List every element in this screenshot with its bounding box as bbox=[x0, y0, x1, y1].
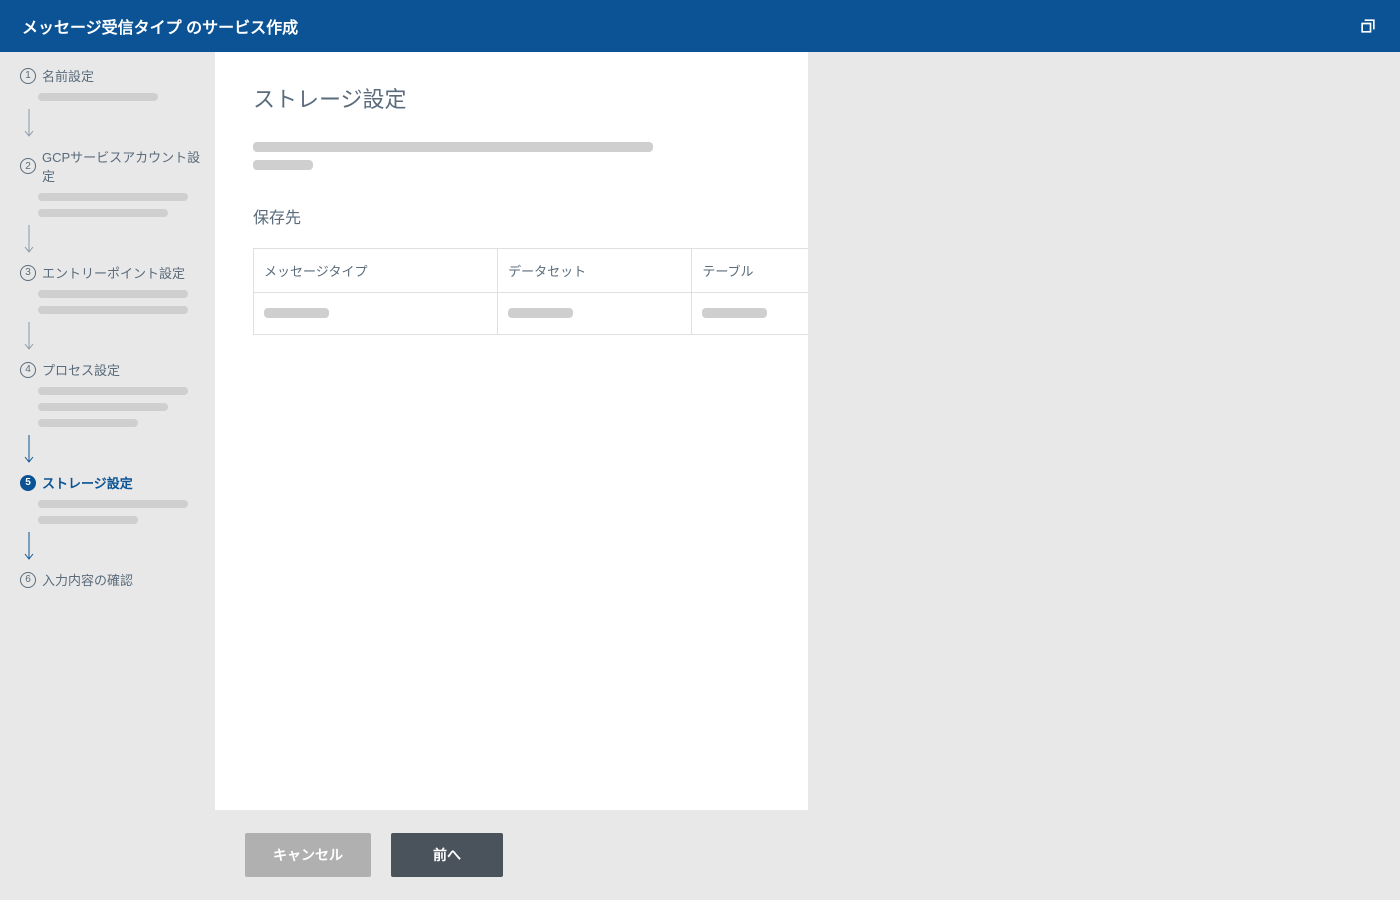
step-label: エントリーポイント設定 bbox=[42, 263, 185, 282]
page-header: メッセージ受信タイプ のサービス作成 bbox=[0, 0, 1400, 52]
step-label: プロセス設定 bbox=[42, 360, 120, 379]
step-name-settings[interactable]: 1 名前設定 bbox=[20, 66, 203, 85]
step-connector bbox=[28, 536, 29, 562]
cancel-button[interactable]: キャンセル bbox=[245, 833, 371, 877]
placeholder-text bbox=[38, 193, 188, 201]
step-connector bbox=[28, 326, 29, 352]
placeholder-text bbox=[264, 308, 329, 318]
prev-button[interactable]: 前へ bbox=[391, 833, 503, 877]
placeholder-text bbox=[508, 308, 573, 318]
wizard-sidebar: 1 名前設定 2 GCPサービスアカウント設定 bbox=[0, 52, 215, 900]
placeholder-text bbox=[38, 306, 188, 314]
placeholder-text bbox=[38, 419, 138, 427]
step-connector bbox=[28, 439, 29, 465]
step-storage[interactable]: 5 ストレージ設定 bbox=[20, 473, 203, 492]
step-process[interactable]: 4 プロセス設定 bbox=[20, 360, 203, 379]
placeholder-text bbox=[38, 500, 188, 508]
window-restore-icon[interactable] bbox=[1358, 16, 1378, 36]
step-entry-point[interactable]: 3 エントリーポイント設定 bbox=[20, 263, 203, 282]
step-label: 名前設定 bbox=[42, 66, 94, 85]
destination-label: 保存先 bbox=[253, 204, 301, 228]
step-gcp-service-account[interactable]: 2 GCPサービスアカウント設定 bbox=[20, 147, 203, 185]
step-confirm[interactable]: 6 入力内容の確認 bbox=[20, 570, 203, 589]
step-connector bbox=[28, 229, 29, 255]
placeholder-text bbox=[38, 387, 188, 395]
placeholder-text bbox=[38, 209, 168, 217]
step-label: 入力内容の確認 bbox=[42, 570, 133, 589]
placeholder-text bbox=[38, 403, 168, 411]
col-message-type: メッセージタイプ bbox=[254, 249, 498, 293]
placeholder-text bbox=[38, 290, 188, 298]
step-label: ストレージ設定 bbox=[42, 473, 133, 492]
page-title: メッセージ受信タイプ のサービス作成 bbox=[22, 14, 298, 38]
step-label: GCPサービスアカウント設定 bbox=[42, 147, 203, 185]
placeholder-text bbox=[38, 93, 158, 101]
col-dataset: データセット bbox=[498, 249, 692, 293]
step-connector bbox=[28, 113, 29, 139]
placeholder-text bbox=[38, 516, 138, 524]
placeholder-text bbox=[702, 308, 767, 318]
empty-space bbox=[808, 52, 1400, 900]
